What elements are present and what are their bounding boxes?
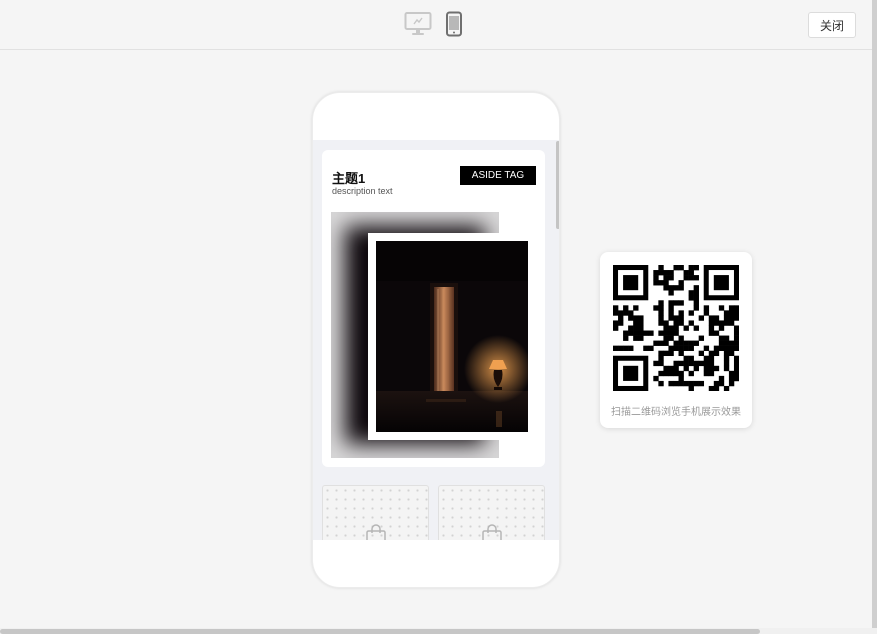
close-button[interactable]: 关闭	[808, 12, 856, 38]
theme-card[interactable]: 主题1 description text ASIDE TAG	[322, 150, 545, 467]
qr-caption: 扫描二维码浏览手机展示效果	[611, 407, 741, 418]
shopping-bag-icon	[366, 524, 386, 540]
mobile-view-button[interactable]	[444, 10, 464, 38]
product-tile[interactable]	[322, 485, 429, 540]
horizontal-scrollbar[interactable]	[0, 629, 760, 634]
product-tile[interactable]	[438, 485, 545, 540]
vertical-scrollbar[interactable]	[556, 141, 559, 229]
card-description: description text	[332, 186, 393, 196]
desktop-view-button[interactable]	[403, 10, 433, 38]
window-edge	[872, 0, 877, 634]
smartphone-icon	[446, 11, 462, 37]
room-photo	[376, 241, 528, 432]
phone-screen[interactable]: 主题1 description text ASIDE TAG	[313, 140, 559, 540]
monitor-icon	[404, 12, 432, 35]
shopping-bag-icon	[482, 524, 502, 540]
phone-preview: 主题1 description text ASIDE TAG	[312, 92, 560, 588]
card-title: 主题1	[332, 171, 366, 186]
top-toolbar: 关闭	[0, 0, 877, 50]
qr-code-card: 扫描二维码浏览手机展示效果	[600, 252, 752, 428]
aside-tag[interactable]: ASIDE TAG	[460, 166, 536, 185]
qr-code-image	[613, 265, 739, 391]
